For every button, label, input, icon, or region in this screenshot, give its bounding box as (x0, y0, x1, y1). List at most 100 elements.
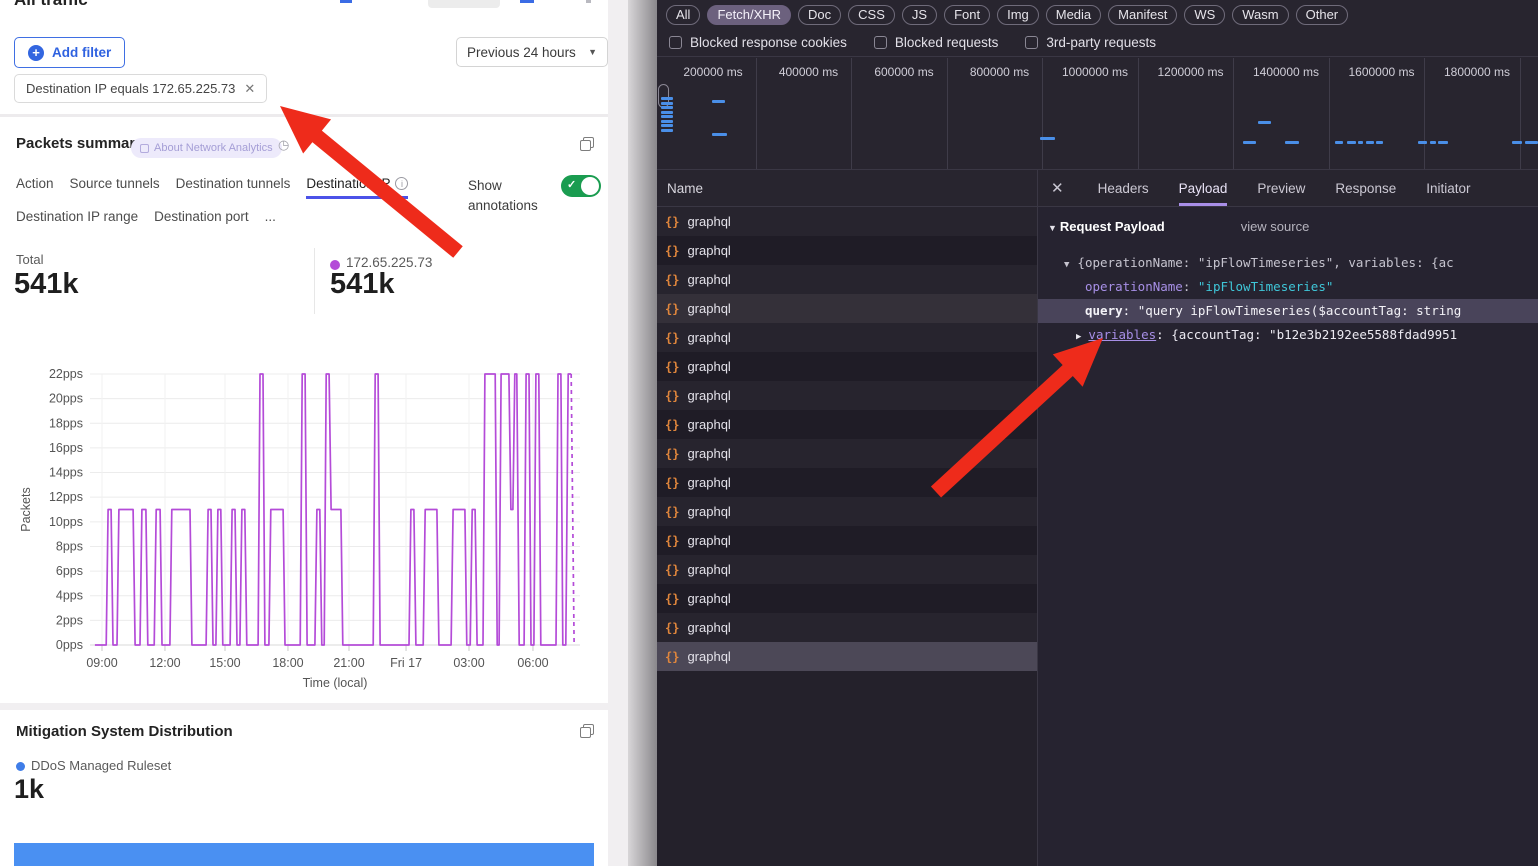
x-tick-label: 06:00 (517, 656, 548, 670)
remove-filter-icon[interactable]: ✕ (244, 81, 255, 97)
y-tick-label: 4pps (56, 589, 83, 603)
checkbox-box[interactable] (1025, 36, 1038, 49)
filter-pill-manifest[interactable]: Manifest (1108, 5, 1177, 25)
timeline-request-mark (661, 120, 673, 123)
request-row-graphql[interactable]: {}graphql (657, 613, 1037, 642)
detail-tab-payload[interactable]: Payload (1179, 170, 1228, 206)
request-row-graphql[interactable]: {}graphql (657, 642, 1037, 671)
filter-pill-font[interactable]: Font (944, 5, 990, 25)
tab-source-tunnels[interactable]: Source tunnels (70, 176, 160, 191)
timeline-tick-label: 400000 ms (779, 65, 838, 79)
request-payload-header[interactable]: ▼Request Payloadview source (1048, 215, 1538, 239)
request-detail-panel: ✕ Headers Payload Preview Response Initiator… (1038, 170, 1538, 866)
checkbox-blocked-response-cookies[interactable]: Blocked response cookies (669, 35, 847, 50)
tab-action[interactable]: Action (16, 176, 54, 191)
tab-destination-ip-range[interactable]: Destination IP range (16, 209, 138, 224)
request-name: graphql (687, 446, 730, 461)
y-tick-label: 14pps (49, 466, 83, 480)
request-row-graphql[interactable]: {}graphql (657, 497, 1037, 526)
checkbox-box[interactable] (669, 36, 682, 49)
filter-pill-other[interactable]: Other (1296, 5, 1349, 25)
series-line-dashed-tail (571, 374, 574, 645)
about-network-analytics-badge[interactable]: About Network Analytics (131, 138, 282, 158)
detail-tab-response[interactable]: Response (1335, 170, 1396, 206)
timeline-gridline (1042, 58, 1043, 169)
key-variables: variables (1088, 327, 1156, 342)
check-icon: ✓ (567, 178, 576, 191)
time-range-dropdown[interactable]: Previous 24 hours ▼ (456, 37, 608, 67)
tab-destination-port[interactable]: Destination port (154, 209, 249, 224)
request-row-graphql[interactable]: {}graphql (657, 294, 1037, 323)
timeline-tick-label: 800000 ms (970, 65, 1029, 79)
request-row-graphql[interactable]: {}graphql (657, 584, 1037, 613)
filter-pill-img[interactable]: Img (997, 5, 1039, 25)
request-row-graphql[interactable]: {}graphql (657, 526, 1037, 555)
toggle-knob (581, 177, 599, 195)
mitigation-legend-label: DDoS Managed Ruleset (31, 758, 171, 773)
request-name: graphql (687, 533, 730, 548)
name-column-header[interactable]: Name (657, 170, 1037, 207)
timeline-request-mark (1358, 141, 1363, 144)
close-icon[interactable]: ✕ (1051, 179, 1064, 197)
total-value: 541k (14, 268, 79, 301)
checkbox-box[interactable] (874, 36, 887, 49)
expand-panel-icon[interactable] (580, 137, 594, 151)
network-overview-timeline[interactable]: 200000 ms400000 ms600000 ms800000 ms1000… (657, 58, 1538, 170)
detail-tab-initiator[interactable]: Initiator (1426, 170, 1470, 206)
network-filter-checkboxes: Blocked response cookies Blocked requests… (657, 29, 1538, 57)
payload-operationname-row[interactable]: operationName: "ipFlowTimeseries" (1038, 275, 1538, 299)
more-tabs-ellipsis[interactable]: ... (265, 209, 276, 224)
filter-pill-js[interactable]: JS (902, 5, 937, 25)
value-variables: : {accountTag: "b12e3b2192ee5588fdad9951 (1156, 327, 1457, 342)
info-icon[interactable]: i (395, 177, 408, 190)
request-row-graphql[interactable]: {}graphql (657, 410, 1037, 439)
json-braces-icon: {} (665, 621, 679, 635)
filter-pill-css[interactable]: CSS (848, 5, 895, 25)
request-row-graphql[interactable]: {}graphql (657, 323, 1037, 352)
view-source-link[interactable]: view source (1241, 219, 1310, 234)
checkbox-blocked-requests[interactable]: Blocked requests (874, 35, 999, 50)
filter-pill-all[interactable]: All (666, 5, 700, 25)
json-braces-icon: {} (665, 302, 679, 316)
filter-pill-media[interactable]: Media (1046, 5, 1101, 25)
filter-pill-wasm[interactable]: Wasm (1232, 5, 1288, 25)
mitigation-bar (14, 843, 594, 866)
request-name: graphql (687, 214, 730, 229)
timeline-tick-label: 200000 ms (683, 65, 742, 79)
clipped-fragment (586, 0, 591, 3)
add-filter-button[interactable]: + Add filter (14, 37, 125, 68)
request-rows: {}graphql{}graphql{}graphql{}graphql{}gr… (657, 207, 1037, 671)
request-row-graphql[interactable]: {}graphql (657, 555, 1037, 584)
packets-timeseries-chart: 0pps2pps4pps6pps8pps10pps12pps14pps16pps… (0, 355, 608, 700)
payload-preview-row[interactable]: ▼{operationName: "ipFlowTimeseries", var… (1038, 251, 1538, 275)
request-row-graphql[interactable]: {}graphql (657, 439, 1037, 468)
y-tick-label: 2pps (56, 613, 83, 627)
checkbox-label: Blocked response cookies (690, 35, 847, 50)
checkbox-3rd-party-requests[interactable]: 3rd-party requests (1025, 35, 1156, 50)
request-row-graphql[interactable]: {}graphql (657, 265, 1037, 294)
filter-pill-doc[interactable]: Doc (798, 5, 841, 25)
request-row-graphql[interactable]: {}graphql (657, 381, 1037, 410)
filter-pill-ws[interactable]: WS (1184, 5, 1225, 25)
payload-preview-text: {operationName: "ipFlowTimeseries", vari… (1077, 255, 1453, 270)
checkbox-label: Blocked requests (895, 35, 999, 50)
payload-query-row-selected[interactable]: query: "query ipFlowTimeseries($accountT… (1038, 299, 1538, 323)
request-row-graphql[interactable]: {}graphql (657, 468, 1037, 497)
request-row-graphql[interactable]: {}graphql (657, 352, 1037, 381)
filter-pill-fetch-xhr[interactable]: Fetch/XHR (707, 5, 791, 25)
clipped-fragment (428, 0, 500, 8)
timeline-request-mark (661, 97, 673, 100)
show-annotations-toggle[interactable]: ✓ (561, 175, 601, 197)
tab-destination-ip-active[interactable]: Destination IP i (306, 176, 408, 199)
y-tick-label: 12pps (49, 490, 83, 504)
tab-destination-tunnels[interactable]: Destination tunnels (176, 176, 291, 191)
expand-panel-icon[interactable] (580, 724, 594, 738)
request-row-graphql[interactable]: {}graphql (657, 207, 1037, 236)
payload-variables-row[interactable]: ▶variables: {accountTag: "b12e3b2192ee55… (1038, 323, 1538, 347)
filter-chip[interactable]: Destination IP equals 172.65.225.73 ✕ (14, 74, 267, 103)
request-row-graphql[interactable]: {}graphql (657, 236, 1037, 265)
detail-tab-preview[interactable]: Preview (1257, 170, 1305, 206)
detail-tab-headers[interactable]: Headers (1098, 170, 1149, 206)
json-braces-icon: {} (665, 505, 679, 519)
timeline-request-mark (661, 124, 673, 127)
